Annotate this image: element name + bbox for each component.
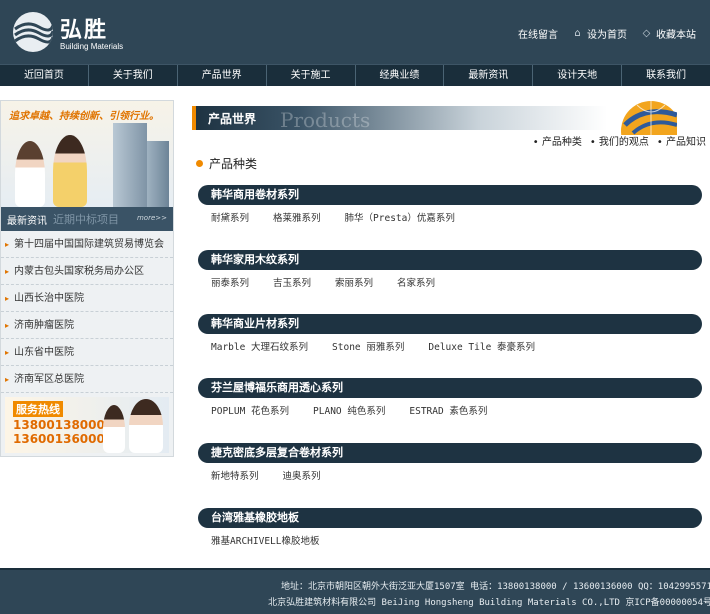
category-title[interactable]: 韩华家用木纹系列 (198, 250, 702, 270)
category-block: 捷克密底多层复合卷材系列 新地特系列 迪奥系列 (198, 443, 702, 482)
nav-item-construction[interactable]: 关于施工 (267, 65, 356, 86)
product-link[interactable]: 吉玉系列 (273, 275, 311, 289)
tab-recent-projects[interactable]: 近期中标项目 (53, 211, 119, 227)
list-item[interactable]: 济南肿瘤医院 (1, 312, 173, 339)
globe-icon (621, 101, 677, 135)
category-title[interactable]: 韩华商业片材系列 (198, 314, 702, 334)
nav-item-news[interactable]: 最新资讯 (444, 65, 534, 86)
sidebar-tab-header: 最新资讯 近期中标项目 more>> (1, 207, 173, 231)
list-item[interactable]: 内蒙古包头国家税务局办公区 (1, 258, 173, 285)
product-link[interactable]: 丽泰系列 (211, 275, 249, 289)
bullet-icon (196, 160, 203, 167)
site-header: 弘胜 Building Materials 在线留言 ⌂ 设为首页 ◇ 收藏本站 (0, 0, 710, 64)
sub-links: 产品种类 我们的观点 产品知识 (533, 133, 706, 148)
logo-subtitle: Building Materials (60, 42, 124, 51)
tab-latest-news[interactable]: 最新资讯 (7, 212, 47, 227)
banner-slogan: 追求卓越、持续创新、引领行业。 (9, 111, 159, 122)
product-link[interactable]: POPLUM 花色系列 (211, 403, 289, 417)
site-footer: 地址：北京市朝阳区朝外大街泛亚大厦1507室 电话：13800138000 / … (0, 568, 710, 614)
home-icon: ⌂ (574, 28, 581, 39)
nav-item-contact[interactable]: 联系我们 (622, 65, 710, 86)
person-illustration (53, 135, 87, 207)
list-item[interactable]: 山西长治中医院 (1, 285, 173, 312)
product-link[interactable]: 迪奥系列 (283, 468, 321, 482)
logo-icon[interactable] (13, 12, 53, 52)
news-list: 第十四届中国国际建筑贸易博览会 内蒙古包头国家税务局办公区 山西长治中医院 济南… (1, 231, 173, 393)
product-link[interactable]: 新地特系列 (211, 468, 259, 482)
category-title[interactable]: 台湾雅基橡胶地板 (198, 508, 702, 528)
product-link[interactable]: Deluxe Tile 泰豪系列 (428, 339, 535, 353)
nav-item-design[interactable]: 设计天地 (533, 65, 623, 86)
category-title[interactable]: 芬兰屋博福乐商用透心系列 (198, 378, 702, 398)
list-item[interactable]: 济南军区总医院 (1, 366, 173, 393)
category-block: 韩华家用木纹系列 丽泰系列 吉玉系列 索丽系列 名家系列 (198, 250, 702, 289)
product-link[interactable]: 格莱雅系列 (273, 210, 321, 224)
top-links: 在线留言 ⌂ 设为首页 ◇ 收藏本站 (518, 26, 696, 41)
product-link[interactable]: 肺华（Presta）优嘉系列 (345, 210, 455, 224)
bookmark-link[interactable]: 收藏本站 (656, 26, 696, 41)
footer-address: 地址：北京市朝阳区朝外大街泛亚大厦1507室 电话：13800138000 / … (281, 582, 710, 592)
nav-item-cases[interactable]: 经典业绩 (356, 65, 445, 86)
bookmark-icon: ◇ (642, 28, 651, 39)
category-block: 韩华商用卷材系列 耐黛系列 格莱雅系列 肺华（Presta）优嘉系列 (198, 185, 702, 224)
sub-link-product-types[interactable]: 产品种类 (533, 133, 582, 148)
product-link[interactable]: Marble 大理石纹系列 (211, 339, 308, 353)
nav-item-home[interactable]: 近回首页 (0, 65, 89, 86)
hotline-banner: 服务热线 13800138000 13600136000 (5, 397, 169, 453)
category-title[interactable]: 韩华商用卷材系列 (198, 185, 702, 205)
category-block: 台湾雅基橡胶地板 雅基ARCHIVELL橡胶地板 (198, 508, 702, 547)
sub-link-product-knowledge[interactable]: 产品知识 (657, 133, 706, 148)
more-link[interactable]: more>> (137, 214, 167, 222)
nav-item-about[interactable]: 关于我们 (89, 65, 178, 86)
sub-link-our-views[interactable]: 我们的观点 (590, 133, 649, 148)
section-heading: 产品种类 (196, 155, 257, 172)
category-title[interactable]: 捷克密底多层复合卷材系列 (198, 443, 702, 463)
page-title-watermark: Products (280, 108, 371, 132)
list-item[interactable]: 第十四届中国国际建筑贸易博览会 (1, 231, 173, 258)
category-block: 芬兰屋博福乐商用透心系列 POPLUM 花色系列 PLANO 纯色系列 ESTR… (198, 378, 702, 417)
person-illustration (15, 141, 45, 207)
section-title: 产品种类 (209, 157, 258, 171)
set-homepage-link[interactable]: 设为首页 (587, 26, 627, 41)
building-illustration (113, 123, 147, 207)
sidebar-banner: 追求卓越、持续创新、引领行业。 (1, 101, 173, 207)
sidebar: 追求卓越、持续创新、引领行业。 最新资讯 近期中标项目 more>> 第十四届中… (0, 100, 174, 457)
operator-illustration (129, 399, 163, 453)
main-nav: 近回首页 关于我们 产品世界 关于施工 经典业绩 最新资讯 设计天地 联系我们 (0, 64, 710, 86)
list-item[interactable]: 山东省中医院 (1, 339, 173, 366)
hotline-number: 13800138000 (13, 418, 105, 432)
operator-illustration (103, 405, 125, 453)
online-message-link[interactable]: 在线留言 (518, 26, 558, 41)
hotline-number: 13600136000 (13, 432, 105, 446)
nav-item-products[interactable]: 产品世界 (178, 65, 267, 86)
product-link[interactable]: Stone 丽雅系列 (332, 339, 404, 353)
product-link[interactable]: ESTRAD 素色系列 (409, 403, 487, 417)
product-link[interactable]: 名家系列 (397, 275, 435, 289)
building-illustration (147, 141, 169, 207)
product-link[interactable]: 雅基ARCHIVELL橡胶地板 (211, 533, 319, 547)
footer-copyright: 北京弘胜建筑材料有限公司 BeiJing Hongsheng Building … (268, 598, 710, 608)
product-link[interactable]: 耐黛系列 (211, 210, 249, 224)
page-title: 产品世界 (208, 112, 257, 126)
product-link[interactable]: 索丽系列 (335, 275, 373, 289)
logo-text: 弘胜 (60, 17, 109, 43)
product-link[interactable]: PLANO 纯色系列 (313, 403, 385, 417)
category-block: 韩华商业片材系列 Marble 大理石纹系列 Stone 丽雅系列 Deluxe… (198, 314, 702, 353)
hotline-title: 服务热线 (13, 401, 63, 417)
